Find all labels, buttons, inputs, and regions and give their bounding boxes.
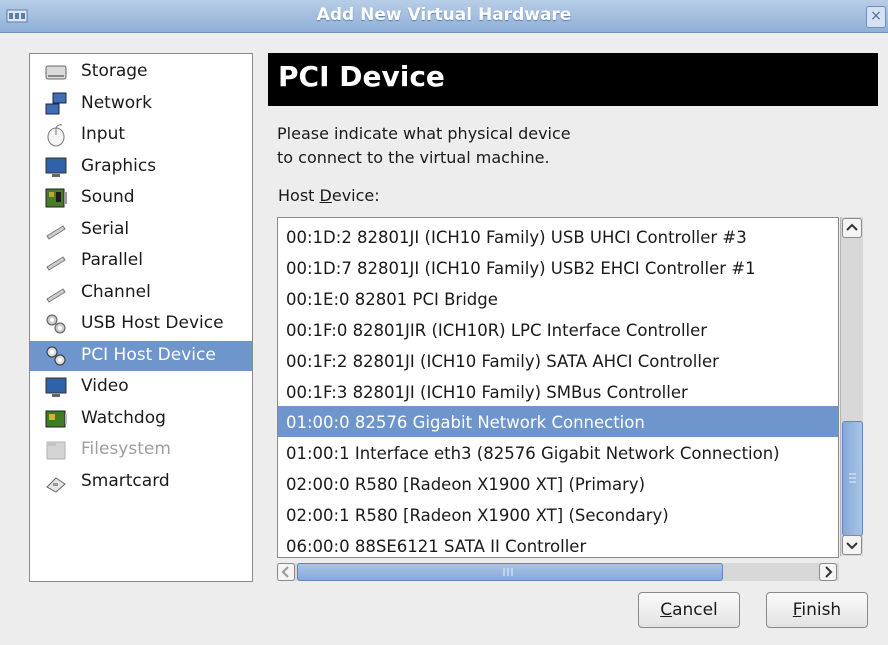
device-row[interactable]: 00:1F:0 82801JIR (ICH10R) LPC Interface … [278,314,838,345]
title-bar[interactable]: Add New Virtual Hardware × [0,0,888,33]
host-device-label-mnemonic: D [319,186,332,205]
host-device-label: Host Device: [278,186,380,205]
usb-host-device-icon [46,314,66,334]
sidebar-item-smartcard[interactable]: Smartcard [30,467,252,497]
device-row-label: 00:1D:7 82801JI (ICH10 Family) USB2 EHCI… [286,258,756,278]
device-row-label: 00:1F:2 82801JI (ICH10 Family) SATA AHCI… [286,351,719,371]
sidebar-item-network[interactable]: Network [30,89,252,119]
device-row[interactable]: 00:1D:7 82801JI (ICH10 Family) USB2 EHCI… [278,252,838,283]
sidebar-item-input[interactable]: Input [30,120,252,150]
sidebar-item-parallel[interactable]: Parallel [30,246,252,276]
device-row-label: 06:00:0 88SE6121 SATA II Controller [286,537,587,556]
input-icon [47,124,65,147]
sidebar-item-video[interactable]: Video [30,372,252,402]
sidebar-item-label: Channel [81,281,151,302]
scroll-left-button[interactable] [277,563,295,581]
chevron-down-icon [846,542,858,550]
scroll-down-button[interactable] [842,535,862,555]
watchdog-icon [45,410,67,427]
sidebar-item-label: Video [81,376,129,396]
host-device-label-prefix: Host [278,186,320,205]
device-row-label: 02:00:1 R580 [Radeon X1900 XT] (Secondar… [286,506,669,526]
description-line-1: Please indicate what physical device [277,124,571,143]
sidebar-item-label: USB Host Device [81,313,224,333]
finish-label: inish [801,600,842,620]
finish-button[interactable]: Finish [766,592,868,628]
device-row-label: 01:00:0 82576 Gigabit Network Connection [286,413,645,433]
close-button[interactable]: × [866,6,886,28]
sidebar-item-watchdog[interactable]: Watchdog [30,404,252,434]
horizontal-scrollbar[interactable] [277,563,839,581]
cancel-button[interactable]: Cancel [638,592,740,628]
host-device-list[interactable]: 00:1D:2 82801JI (ICH10 Family) USB UHCI … [277,217,839,558]
filesystem-icon [46,441,66,460]
page-banner: PCI Device [268,53,878,106]
device-row[interactable]: 06:00:0 88SE6121 SATA II Controller [278,530,838,557]
host-device-label-suffix: evice: [331,186,380,205]
sidebar-item-serial[interactable]: Serial [30,215,252,245]
device-row[interactable]: 02:00:0 R580 [Radeon X1900 XT] (Primary) [278,468,838,499]
network-icon [45,92,67,114]
cancel-mnemonic: C [660,600,673,620]
add-hardware-window: Add New Virtual Hardware × Storage Networ… [0,0,888,645]
grip-icon [849,473,856,483]
channel-icon [46,287,66,303]
sidebar-item-sound[interactable]: Sound [30,183,252,213]
device-row[interactable]: 01:00:0 82576 Gigabit Network Connection [278,406,838,438]
sidebar-item-label: Watchdog [81,407,166,428]
device-row[interactable]: 00:1F:2 82801JI (ICH10 Family) SATA AHCI… [278,345,838,376]
pci-host-device-icon [46,346,66,365]
vertical-scrollbar[interactable] [840,217,863,556]
device-row[interactable]: 01:00:1 Interface eth3 (82576 Gigabit Ne… [278,437,838,468]
chevron-left-icon [281,566,289,578]
sidebar-item-label: Sound [81,187,135,207]
sound-icon [45,188,67,208]
device-row-label: 01:00:1 Interface eth3 (82576 Gigabit Ne… [286,444,780,464]
device-row-label: 00:1F:0 82801JIR (ICH10R) LPC Interface … [286,320,708,340]
cancel-label: ancel [672,600,718,620]
window-title: Add New Virtual Hardware [316,5,572,25]
page-title: PCI Device [278,60,445,93]
sidebar-item-label: Graphics [81,155,157,176]
sidebar-item-pci-host-device[interactable]: PCI Host Device [30,340,252,371]
description-line-2: to connect to the virtual machine. [277,148,550,167]
close-icon: × [870,8,882,24]
scroll-right-button[interactable] [819,563,837,581]
graphics-icon [45,157,67,177]
sidebar-item-storage[interactable]: Storage [30,57,252,87]
sidebar-item-graphics[interactable]: Graphics [30,152,252,182]
horizontal-scroll-thumb[interactable] [297,563,723,581]
sidebar-item-label: PCI Host Device [81,344,216,365]
sidebar-item-label: Smartcard [81,470,170,491]
smartcard-icon [46,476,66,493]
parallel-icon [46,256,66,271]
grip-icon [503,568,513,576]
chevron-right-icon [825,566,833,578]
sidebar-item-label: Parallel [81,250,143,270]
vertical-scroll-thumb[interactable] [842,421,863,536]
device-row[interactable]: 00:1D:2 82801JI (ICH10 Family) USB UHCI … [278,221,838,252]
sidebar-item-label: Input [81,124,126,144]
sidebar-item-usb-host-device[interactable]: USB Host Device [30,309,252,339]
hardware-type-list[interactable]: Storage Network Input Graphics Sound Serial Pa… [29,53,253,582]
storage-icon [45,65,67,80]
device-row[interactable]: 00:1F:3 82801JI (ICH10 Family) SMBus Con… [278,376,838,407]
device-row-label: 00:1D:2 82801JI (ICH10 Family) USB UHCI … [286,228,747,247]
sidebar-item-label: Network [81,92,152,113]
device-row-label: 00:1E:0 82801 PCI Bridge [286,289,498,309]
video-icon [45,377,67,397]
device-row[interactable]: 00:1E:0 82801 PCI Bridge [278,283,838,314]
serial-icon [46,224,66,240]
sidebar-item-channel[interactable]: Channel [30,278,252,308]
device-row-label: 02:00:0 R580 [Radeon X1900 XT] (Primary) [286,475,646,495]
sidebar-item-label: Filesystem [81,439,171,459]
scroll-up-button[interactable] [842,218,862,238]
sidebar-item-filesystem: Filesystem [30,435,252,465]
device-row[interactable]: 02:00:1 R580 [Radeon X1900 XT] (Secondar… [278,499,838,530]
sidebar-item-label: Storage [81,61,148,81]
chevron-up-icon [846,223,858,231]
sidebar-item-label: Serial [81,218,130,239]
device-row-label: 00:1F:3 82801JI (ICH10 Family) SMBus Con… [286,382,688,402]
